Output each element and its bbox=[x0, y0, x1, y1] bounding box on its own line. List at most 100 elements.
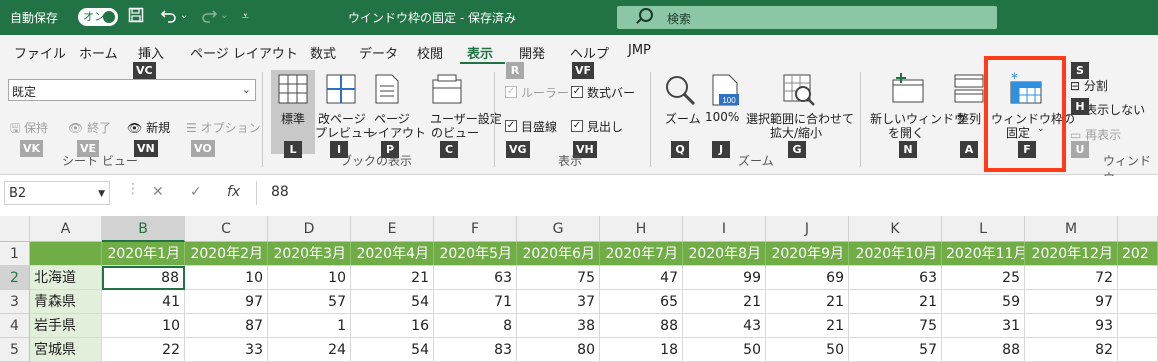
data-cell[interactable]: 18 bbox=[600, 338, 683, 362]
data-cell[interactable]: 88 bbox=[600, 314, 683, 338]
active-cell[interactable]: 88 bbox=[102, 266, 185, 290]
data-cell[interactable]: 10 bbox=[185, 266, 268, 290]
customize-qat-icon[interactable]: ⩡ bbox=[242, 9, 249, 24]
month-header-cell[interactable]: 2020年7月 bbox=[600, 242, 683, 266]
row-header[interactable]: 2 bbox=[0, 266, 30, 290]
save-icon[interactable] bbox=[128, 7, 144, 27]
split-button[interactable]: ⊟ 分割 bbox=[1070, 77, 1108, 94]
enter-icon[interactable]: ✓ bbox=[190, 184, 202, 200]
tab-insert[interactable]: 挿入 bbox=[138, 43, 164, 62]
data-cell[interactable]: 57 bbox=[268, 290, 351, 314]
column-header[interactable]: K bbox=[849, 216, 942, 242]
data-cell[interactable]: 54 bbox=[351, 338, 434, 362]
column-header[interactable] bbox=[1118, 216, 1158, 242]
data-cell[interactable]: 75 bbox=[517, 266, 600, 290]
column-header[interactable]: J bbox=[766, 216, 849, 242]
month-header-cell[interactable]: 2020年1月 bbox=[102, 242, 185, 266]
row-header[interactable]: 1 bbox=[0, 242, 30, 266]
gridlines-checkbox[interactable]: ✓ bbox=[505, 120, 517, 132]
data-cell[interactable]: 47 bbox=[600, 266, 683, 290]
month-header-cell[interactable]: 2020年6月 bbox=[517, 242, 600, 266]
data-cell[interactable]: 99 bbox=[683, 266, 766, 290]
data-cell[interactable]: 31 bbox=[942, 314, 1025, 338]
month-header-cell[interactable]: 2020年4月 bbox=[351, 242, 434, 266]
data-cell[interactable] bbox=[1118, 338, 1158, 362]
data-cell[interactable]: 72 bbox=[1025, 266, 1118, 290]
column-header[interactable]: C bbox=[185, 216, 268, 242]
column-header[interactable]: H bbox=[600, 216, 683, 242]
data-cell[interactable]: 41 bbox=[102, 290, 185, 314]
data-cell[interactable]: 93 bbox=[1025, 314, 1118, 338]
column-header[interactable]: I bbox=[683, 216, 766, 242]
column-header[interactable]: E bbox=[351, 216, 434, 242]
insert-function-icon[interactable]: fx bbox=[227, 184, 240, 200]
tab-developer[interactable]: 開発 bbox=[519, 43, 545, 62]
column-header[interactable]: A bbox=[30, 216, 102, 242]
new-view-button[interactable]: 👁 新規 bbox=[127, 119, 170, 136]
redo-icon[interactable] bbox=[200, 7, 218, 27]
data-cell[interactable]: 10 bbox=[102, 314, 185, 338]
arrange-all-label[interactable]: 整列 bbox=[957, 110, 981, 127]
month-header-cell[interactable]: 2020年8月 bbox=[683, 242, 766, 266]
data-cell[interactable]: 97 bbox=[185, 290, 268, 314]
undo-icon[interactable] bbox=[160, 7, 178, 27]
prefecture-cell[interactable]: 青森県 bbox=[30, 290, 102, 314]
data-cell[interactable]: 71 bbox=[434, 290, 517, 314]
data-cell[interactable]: 21 bbox=[351, 266, 434, 290]
data-cell[interactable]: 1 bbox=[268, 314, 351, 338]
keep-button[interactable]: 🖫 保持 bbox=[10, 119, 48, 140]
data-cell[interactable]: 80 bbox=[517, 338, 600, 362]
column-header[interactable]: M bbox=[1025, 216, 1118, 242]
data-cell[interactable] bbox=[1118, 266, 1158, 290]
data-cell[interactable]: 25 bbox=[942, 266, 1025, 290]
data-cell[interactable]: 75 bbox=[849, 314, 942, 338]
tab-formulas[interactable]: 数式 bbox=[310, 43, 336, 62]
month-header-cell[interactable]: 202 bbox=[1118, 242, 1158, 266]
zoom-100-label[interactable]: 100% bbox=[705, 110, 739, 124]
tab-jmp[interactable]: JMP bbox=[628, 43, 651, 58]
month-header-cell[interactable]: 2020年2月 bbox=[185, 242, 268, 266]
data-cell[interactable]: 8 bbox=[434, 314, 517, 338]
month-header-cell[interactable]: 2020年12月 bbox=[1025, 242, 1118, 266]
prefecture-cell[interactable]: 宮城県 bbox=[30, 338, 102, 362]
tab-help[interactable]: ヘルプ bbox=[570, 43, 609, 62]
data-cell[interactable]: 50 bbox=[766, 338, 849, 362]
data-cell[interactable] bbox=[1118, 314, 1158, 338]
data-cell[interactable]: 83 bbox=[434, 338, 517, 362]
column-header[interactable]: D bbox=[268, 216, 351, 242]
data-cell[interactable]: 69 bbox=[766, 266, 849, 290]
data-cell[interactable]: 10 bbox=[268, 266, 351, 290]
month-header-cell[interactable]: 2020年9月 bbox=[766, 242, 849, 266]
exit-button[interactable]: 👁 終了 bbox=[68, 119, 111, 136]
formula-bar-checkbox[interactable]: ✓ bbox=[571, 86, 583, 98]
tab-view[interactable]: 表示 bbox=[467, 43, 493, 62]
autosave-toggle[interactable]: オン bbox=[78, 8, 118, 26]
data-cell[interactable]: 63 bbox=[434, 266, 517, 290]
data-cell[interactable]: 38 bbox=[517, 314, 600, 338]
data-cell[interactable]: 63 bbox=[849, 266, 942, 290]
zoom-button-label[interactable]: ズーム bbox=[665, 110, 701, 127]
data-cell[interactable]: 22 bbox=[102, 338, 185, 362]
data-cell[interactable]: 82 bbox=[1025, 338, 1118, 362]
data-cell[interactable]: 88 bbox=[942, 338, 1025, 362]
column-header[interactable]: B bbox=[102, 216, 185, 242]
tab-page-layout[interactable]: ページ レイアウト bbox=[190, 43, 298, 62]
data-cell[interactable]: 50 bbox=[683, 338, 766, 362]
row-header[interactable]: 5 bbox=[0, 338, 30, 362]
name-box[interactable]: B2 ▼ bbox=[4, 181, 110, 205]
month-header-cell[interactable]: 2020年3月 bbox=[268, 242, 351, 266]
tab-home[interactable]: ホーム bbox=[79, 43, 118, 62]
tab-file[interactable]: ファイル bbox=[14, 43, 66, 62]
data-cell[interactable]: 54 bbox=[351, 290, 434, 314]
data-cell[interactable]: 43 bbox=[683, 314, 766, 338]
data-cell[interactable] bbox=[1118, 290, 1158, 314]
header-cell[interactable] bbox=[30, 242, 102, 266]
data-cell[interactable]: 16 bbox=[351, 314, 434, 338]
data-cell[interactable]: 21 bbox=[849, 290, 942, 314]
prefecture-cell[interactable]: 岩手県 bbox=[30, 314, 102, 338]
row-header[interactable]: 3 bbox=[0, 290, 30, 314]
data-cell[interactable]: 97 bbox=[1025, 290, 1118, 314]
select-all-corner[interactable] bbox=[0, 216, 30, 242]
formula-bar-handle[interactable]: ⋮ bbox=[126, 181, 140, 197]
column-header[interactable]: G bbox=[517, 216, 600, 242]
